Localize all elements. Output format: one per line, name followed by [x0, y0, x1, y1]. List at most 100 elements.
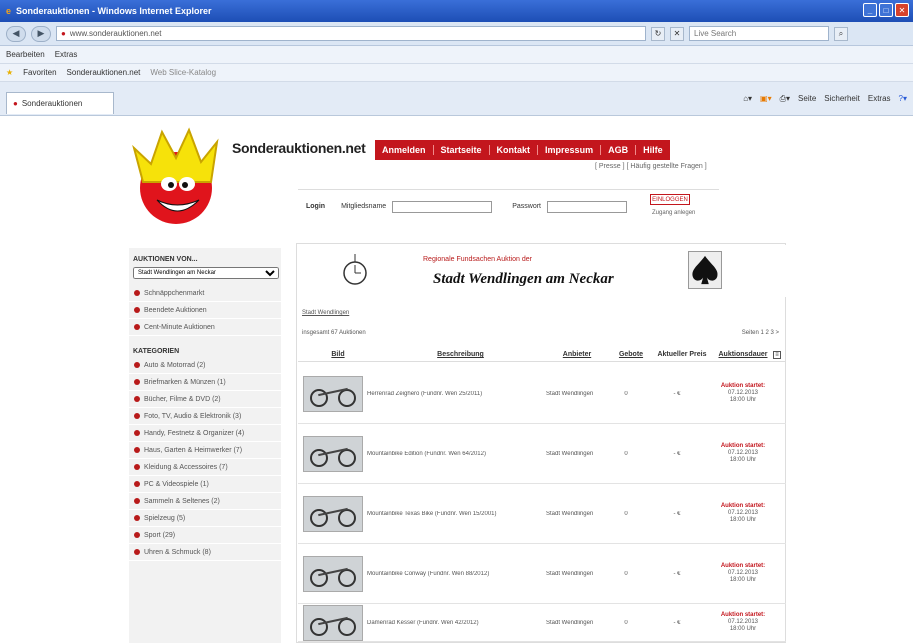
- sidebar-item-ended[interactable]: Beendete Auktionen: [129, 302, 281, 319]
- sidebar-category-item[interactable]: Foto, TV, Audio & Elektronik (3): [129, 408, 281, 425]
- login-button[interactable]: EINLOGGEN: [650, 194, 690, 205]
- auction-date: 07.12.2013: [727, 619, 759, 625]
- table-row[interactable]: Mountainbike Edition (Fundnr. Wen 64/201…: [298, 424, 786, 484]
- bullet-icon: [134, 362, 140, 368]
- member-input[interactable]: [392, 200, 493, 213]
- maximize-button[interactable]: □: [879, 3, 893, 17]
- sidebar-category-item[interactable]: Spielzeug (5): [129, 510, 281, 527]
- bullet-icon: [134, 290, 140, 296]
- nav-login[interactable]: Anmelden: [375, 145, 434, 155]
- bullet-icon: [134, 307, 140, 313]
- sidebar-category-item[interactable]: Sport (29): [129, 527, 281, 544]
- auction-start-label: Auktion startet:: [720, 612, 766, 618]
- search-input[interactable]: Live Search: [689, 26, 829, 41]
- table-row[interactable]: Damenrad Kesser (Fundnr. Wen 42/2012) Sta…: [298, 604, 786, 642]
- item-status: Auktion startet: 07.12.2013 18:00 Uhr: [708, 443, 778, 464]
- table-row[interactable]: Mountainbike Texas Bike (Fundnr. Wen 15/…: [298, 484, 786, 544]
- bike-thumbnail[interactable]: [303, 555, 363, 592]
- item-bids: 0: [624, 510, 628, 517]
- command-extras[interactable]: Extras: [868, 94, 891, 104]
- sidebar-category-item[interactable]: PC & Videospiele (1): [129, 476, 281, 493]
- sidebar-category-item[interactable]: Uhren & Schmuck (8): [129, 544, 281, 561]
- table-row[interactable]: Herrenrad Zeighero (Fundnr. Wen 25/2011)…: [298, 364, 786, 424]
- city-crest-icon: [688, 251, 722, 289]
- sidebar-category-item[interactable]: Auto & Motorrad (2): [129, 357, 281, 374]
- col-duration[interactable]: Auktionsdauer: [713, 351, 773, 358]
- category-label: Foto, TV, Audio & Elektronik (3): [144, 412, 242, 420]
- nav-help[interactable]: Hilfe: [636, 145, 670, 155]
- col-price: Aktueller Preis: [657, 351, 707, 358]
- star-icon[interactable]: ★: [6, 68, 13, 77]
- url-field[interactable]: ● www.sonderauktionen.net: [56, 26, 646, 41]
- col-bids[interactable]: Gebote: [611, 351, 651, 358]
- menu-item-edit[interactable]: Bearbeiten: [6, 50, 45, 59]
- table-row[interactable]: Mountainbike Conway (Fundnr. Wen 88/2012…: [298, 544, 786, 604]
- nav-home[interactable]: Startseite: [434, 145, 490, 155]
- sub-links[interactable]: [ Presse ] [ Häufig gestellte Fragen ]: [595, 163, 707, 170]
- sidebar-category-item[interactable]: Bücher, Filme & DVD (2): [129, 391, 281, 408]
- fav-item-sonderauktionen[interactable]: Sonderauktionen.net: [67, 68, 141, 77]
- command-page[interactable]: Seite: [798, 94, 816, 104]
- close-button[interactable]: ✕: [895, 3, 909, 17]
- auction-time: 18:00 Uhr: [729, 517, 757, 523]
- help-icon[interactable]: ?▾: [899, 94, 907, 104]
- ie-icon: e: [6, 6, 12, 16]
- refresh-icon[interactable]: ↻: [651, 26, 665, 41]
- bike-thumbnail[interactable]: [303, 435, 363, 472]
- sort-icon[interactable]: ≡: [773, 350, 781, 359]
- password-input[interactable]: [547, 200, 627, 213]
- auction-start-label: Auktion startet:: [720, 503, 766, 509]
- search-icon[interactable]: ⌕: [834, 26, 848, 41]
- main-content: Regionale Fundsachen Auktion der Stadt W…: [296, 243, 786, 643]
- auction-start-label: Auktion startet:: [720, 563, 766, 569]
- sidebar-category-item[interactable]: Haus, Garten & Heimwerker (7): [129, 442, 281, 459]
- nav-terms[interactable]: AGB: [601, 145, 637, 155]
- breadcrumb[interactable]: Stadt Wendlingen: [302, 310, 349, 316]
- stop-icon[interactable]: ✕: [670, 26, 684, 41]
- menu-bar: Bearbeiten Extras: [0, 46, 913, 64]
- item-description[interactable]: Mountainbike Edition (Fundnr. Wen 64/201…: [363, 451, 538, 457]
- auction-time: 18:00 Uhr: [729, 397, 757, 403]
- bike-thumbnail[interactable]: [303, 375, 363, 412]
- site-name[interactable]: Sonderauktionen.net: [232, 140, 366, 156]
- item-description[interactable]: Mountainbike Texas Bike (Fundnr. Wen 15/…: [363, 511, 538, 517]
- back-button[interactable]: ◀: [6, 25, 26, 42]
- auction-time: 18:00 Uhr: [729, 626, 757, 632]
- bike-thumbnail[interactable]: [303, 604, 363, 641]
- item-seller: Stadt Wendlingen: [546, 390, 594, 397]
- nav-contact[interactable]: Kontakt: [490, 145, 539, 155]
- feeds-icon[interactable]: ▣▾: [760, 94, 772, 104]
- pagination[interactable]: Seiten 1 2 3 >: [742, 330, 779, 336]
- item-price: - €: [673, 619, 681, 626]
- bike-thumbnail[interactable]: [303, 495, 363, 532]
- sidebar-category-item[interactable]: Sammeln & Seltenes (2): [129, 493, 281, 510]
- item-status: Auktion startet: 07.12.2013 18:00 Uhr: [708, 563, 778, 584]
- item-price: - €: [673, 390, 681, 397]
- sidebar-item-cent-minute[interactable]: Cent-Minute Auktionen: [129, 319, 281, 336]
- sidebar-category-item[interactable]: Kleidung & Accessoires (7): [129, 459, 281, 476]
- sidebar-category-item[interactable]: Briefmarken & Münzen (1): [129, 374, 281, 391]
- item-description[interactable]: Damenrad Kesser (Fundnr. Wen 42/2012): [363, 620, 538, 626]
- item-description[interactable]: Mountainbike Conway (Fundnr. Wen 88/2012…: [363, 571, 538, 577]
- command-bar: ⌂▾ ▣▾ ⎙▾ Seite Sicherheit Extras ?▾: [743, 94, 907, 104]
- item-description[interactable]: Herrenrad Zeighero (Fundnr. Wen 25/2011): [363, 391, 538, 397]
- col-seller[interactable]: Anbieter: [543, 351, 611, 358]
- tab-favicon: ●: [13, 99, 18, 108]
- favorites-button[interactable]: Favoriten: [23, 68, 56, 77]
- print-icon[interactable]: ⎙▾: [780, 94, 790, 104]
- sidebar-category-item[interactable]: Handy, Festnetz & Organizer (4): [129, 425, 281, 442]
- category-label: Handy, Festnetz & Organizer (4): [144, 429, 245, 437]
- home-icon[interactable]: ⌂▾: [743, 94, 752, 104]
- tab-sonderauktionen[interactable]: ● Sonderauktionen: [6, 92, 114, 114]
- fav-item-webslice[interactable]: Web Slice-Katalog: [150, 68, 216, 77]
- nav-imprint[interactable]: Impressum: [538, 145, 602, 155]
- command-security[interactable]: Sicherheit: [824, 94, 860, 104]
- menu-item-extras[interactable]: Extras: [55, 50, 78, 59]
- sidebar-item-bargains[interactable]: Schnäppchenmarkt: [129, 285, 281, 302]
- seller-select[interactable]: Stadt Wendlingen am Neckar: [133, 267, 279, 279]
- col-description[interactable]: Beschreibung: [378, 351, 543, 358]
- logo-crown-face[interactable]: [129, 124, 224, 230]
- register-link[interactable]: Zugang anlegen: [652, 210, 695, 216]
- forward-button[interactable]: ▶: [31, 25, 51, 42]
- minimize-button[interactable]: _: [863, 3, 877, 17]
